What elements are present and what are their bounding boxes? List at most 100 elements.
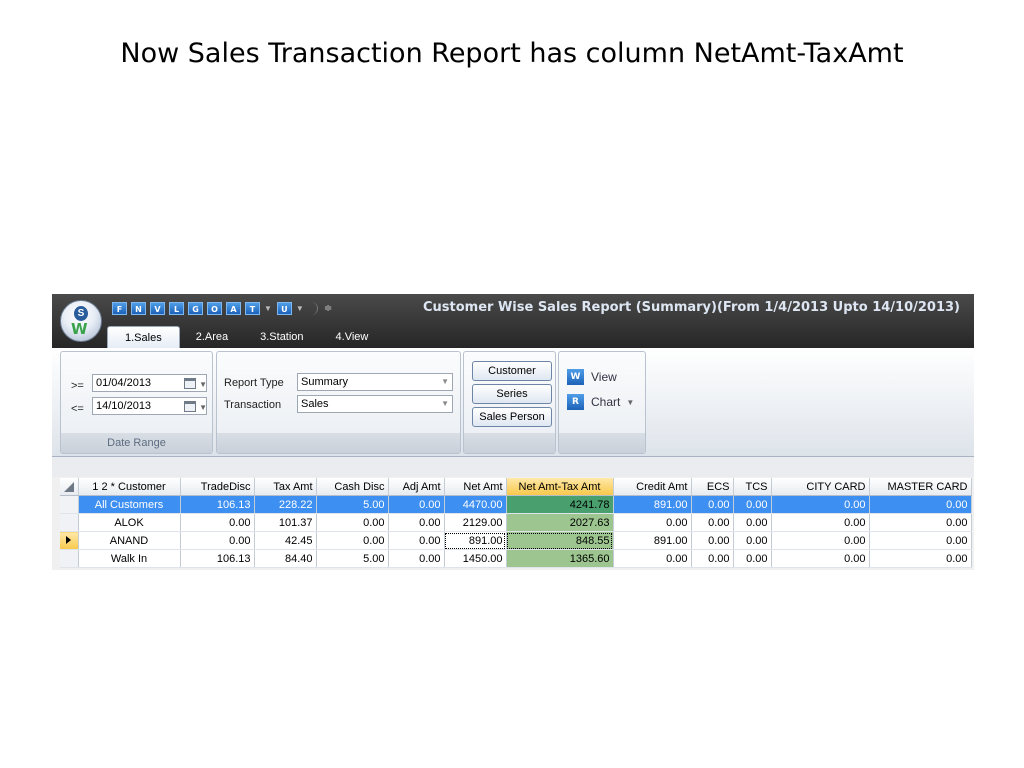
report-t-icon[interactable]: T <box>245 301 260 315</box>
column-header-credit-amt[interactable]: Credit Amt <box>613 478 692 496</box>
chevron-down-icon[interactable]: ▼ <box>626 398 634 407</box>
chevron-down-icon[interactable]: ▼ <box>199 400 207 416</box>
table-row[interactable]: ALOK 0.00 101.37 0.00 0.00 2129.00 2027.… <box>60 513 972 532</box>
cell-net-amt-tax-amt[interactable]: 1365.60 <box>506 549 614 568</box>
column-header-master-card[interactable]: MASTER CARD <box>869 478 972 496</box>
column-header-tcs[interactable]: TCS <box>733 478 772 496</box>
column-header-customer[interactable]: 1 2 * Customer <box>78 478 181 496</box>
column-header-net-amt[interactable]: Net Amt <box>444 478 507 496</box>
cell-net-amt-tax-amt[interactable]: 848.55 <box>506 531 614 550</box>
cell-adj-amt[interactable]: 0.00 <box>388 513 445 532</box>
cell-customer[interactable]: Walk In <box>78 549 181 568</box>
table-row[interactable]: Walk In 106.13 84.40 5.00 0.00 1450.00 1… <box>60 549 972 568</box>
cell-adj-amt[interactable]: 0.00 <box>388 495 445 514</box>
cell-tcs[interactable]: 0.00 <box>733 513 772 532</box>
column-header-cash-disc[interactable]: Cash Disc <box>316 478 389 496</box>
to-date-field[interactable]: 14/10/2013 ▼ <box>92 397 207 415</box>
cell-tax-amt[interactable]: 228.22 <box>254 495 317 514</box>
column-header-tradedisc[interactable]: TradeDisc <box>180 478 255 496</box>
chevron-down-icon[interactable]: ▼ <box>441 374 449 390</box>
report-type-select[interactable]: Summary ▼ <box>297 373 453 391</box>
sales-person-button[interactable]: Sales Person <box>472 407 552 427</box>
series-button[interactable]: Series <box>472 384 552 404</box>
cell-customer[interactable]: ALOK <box>78 513 181 532</box>
column-header-net-amt-tax-amt[interactable]: Net Amt-Tax Amt <box>506 478 614 496</box>
tab-station[interactable]: 3.Station <box>244 326 319 348</box>
report-u-icon[interactable]: U <box>276 301 292 315</box>
cell-credit-amt[interactable]: 0.00 <box>613 513 692 532</box>
group-all[interactable]: * <box>111 481 115 493</box>
tab-sales[interactable]: 1.Sales <box>107 326 180 349</box>
cell-net-amt[interactable]: 2129.00 <box>444 513 507 532</box>
report-g-icon[interactable]: G <box>188 301 203 315</box>
group-level-1[interactable]: 1 <box>92 481 98 493</box>
cell-credit-amt[interactable]: 891.00 <box>613 531 692 550</box>
chevron-down-icon[interactable]: ▼ <box>264 304 272 313</box>
cell-tradedisc[interactable]: 0.00 <box>180 513 255 532</box>
cell-customer[interactable]: All Customers <box>78 495 181 514</box>
column-header-city-card[interactable]: CITY CARD <box>771 478 870 496</box>
cell-credit-amt[interactable]: 891.00 <box>613 495 692 514</box>
cell-net-amt[interactable]: 891.00 <box>444 531 507 550</box>
grid-corner[interactable] <box>60 478 79 496</box>
cell-cash-disc[interactable]: 5.00 <box>316 549 389 568</box>
cell-net-amt-tax-amt[interactable]: 2027.63 <box>506 513 614 532</box>
table-row[interactable]: ANAND 0.00 42.45 0.00 0.00 891.00 848.55… <box>60 531 972 550</box>
chevron-down-icon[interactable]: ▼ <box>296 304 304 313</box>
cell-adj-amt[interactable]: 0.00 <box>388 531 445 550</box>
cell-tradedisc[interactable]: 106.13 <box>180 495 255 514</box>
report-v-icon[interactable]: V <box>150 301 165 315</box>
cell-credit-amt[interactable]: 0.00 <box>613 549 692 568</box>
table-row[interactable]: All Customers 106.13 228.22 5.00 0.00 44… <box>60 495 972 514</box>
cell-city-card[interactable]: 0.00 <box>771 495 870 514</box>
tab-area[interactable]: 2.Area <box>180 326 244 348</box>
cell-tradedisc[interactable]: 106.13 <box>180 549 255 568</box>
report-n-icon[interactable]: N <box>131 301 146 315</box>
cell-tax-amt[interactable]: 101.37 <box>254 513 317 532</box>
row-indicator[interactable] <box>60 549 79 568</box>
cell-customer[interactable]: ANAND <box>78 531 181 550</box>
cell-master-card[interactable]: 0.00 <box>869 513 972 532</box>
cell-master-card[interactable]: 0.00 <box>869 531 972 550</box>
customer-button[interactable]: Customer <box>472 361 552 381</box>
cell-ecs[interactable]: 0.00 <box>691 549 734 568</box>
customize-toolbar-icon[interactable]: ≑ <box>324 303 332 314</box>
cell-net-amt[interactable]: 1450.00 <box>444 549 507 568</box>
cell-cash-disc[interactable]: 0.00 <box>316 513 389 532</box>
cell-master-card[interactable]: 0.00 <box>869 495 972 514</box>
from-date-field[interactable]: 01/04/2013 ▼ <box>92 374 207 392</box>
column-header-adj-amt[interactable]: Adj Amt <box>388 478 445 496</box>
cell-cash-disc[interactable]: 0.00 <box>316 531 389 550</box>
cell-ecs[interactable]: 0.00 <box>691 513 734 532</box>
cell-city-card[interactable]: 0.00 <box>771 549 870 568</box>
view-button[interactable]: W View <box>567 368 617 386</box>
chevron-down-icon[interactable]: ▼ <box>199 377 207 393</box>
cell-cash-disc[interactable]: 5.00 <box>316 495 389 514</box>
chart-button[interactable]: R Chart ▼ <box>567 393 634 411</box>
cell-city-card[interactable]: 0.00 <box>771 513 870 532</box>
cell-tcs[interactable]: 0.00 <box>733 495 772 514</box>
cell-tax-amt[interactable]: 42.45 <box>254 531 317 550</box>
report-o-icon[interactable]: O <box>207 301 222 315</box>
group-level-2[interactable]: 2 <box>101 481 107 493</box>
current-row-indicator[interactable] <box>60 531 79 550</box>
report-a-icon[interactable]: A <box>226 301 241 315</box>
calendar-icon[interactable] <box>184 401 196 412</box>
column-header-ecs[interactable]: ECS <box>691 478 734 496</box>
cell-net-amt[interactable]: 4470.00 <box>444 495 507 514</box>
cell-ecs[interactable]: 0.00 <box>691 531 734 550</box>
chevron-down-icon[interactable]: ▼ <box>441 396 449 412</box>
tab-view[interactable]: 4.View <box>320 326 385 348</box>
cell-tcs[interactable]: 0.00 <box>733 549 772 568</box>
report-l-icon[interactable]: L <box>169 301 184 315</box>
row-indicator[interactable] <box>60 513 79 532</box>
column-header-tax-amt[interactable]: Tax Amt <box>254 478 317 496</box>
cell-tcs[interactable]: 0.00 <box>733 531 772 550</box>
row-indicator[interactable] <box>60 495 79 514</box>
transaction-select[interactable]: Sales ▼ <box>297 395 453 413</box>
cell-ecs[interactable]: 0.00 <box>691 495 734 514</box>
cell-master-card[interactable]: 0.00 <box>869 549 972 568</box>
cell-adj-amt[interactable]: 0.00 <box>388 549 445 568</box>
report-f-icon[interactable]: F <box>112 301 127 315</box>
calendar-icon[interactable] <box>184 378 196 389</box>
